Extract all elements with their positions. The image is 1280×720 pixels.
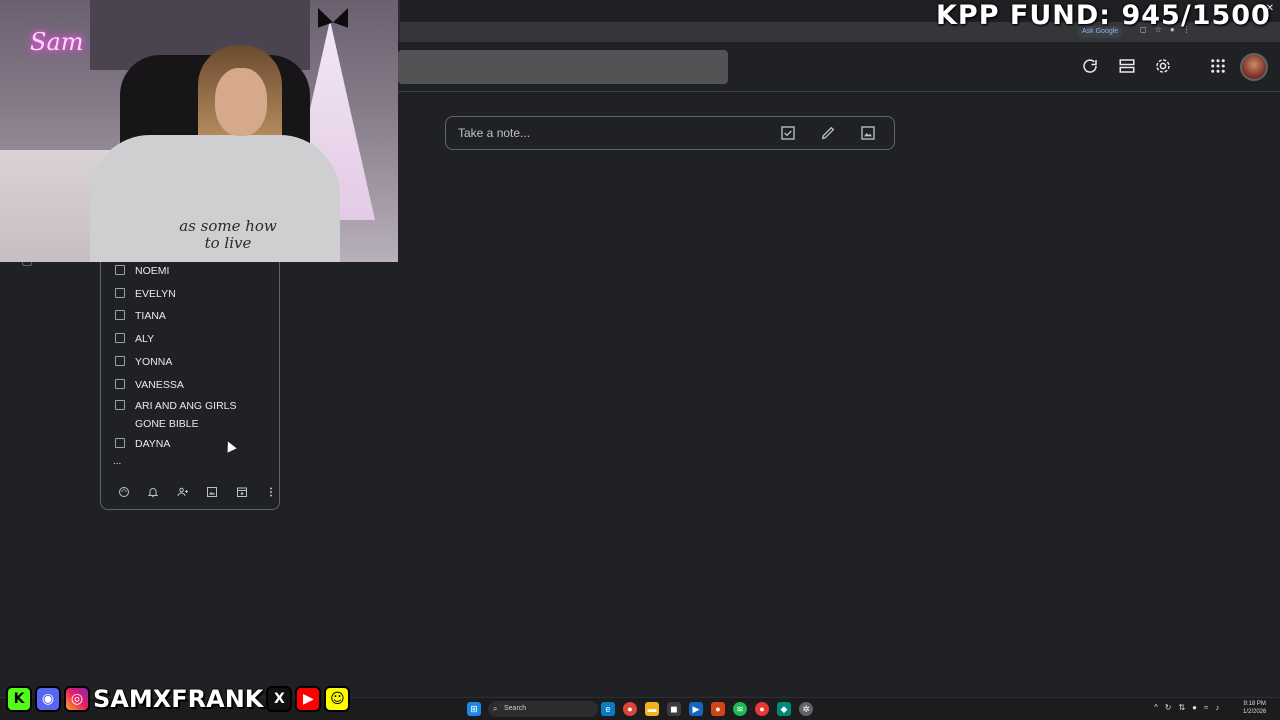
checkbox[interactable] bbox=[115, 438, 125, 448]
list-view-icon[interactable] bbox=[1117, 57, 1137, 77]
edge-icon[interactable]: e bbox=[601, 702, 615, 716]
note-toolbar bbox=[109, 486, 286, 502]
checkbox[interactable] bbox=[115, 355, 125, 366]
list-item-text: VANESSA bbox=[135, 378, 184, 391]
windows-start-icon[interactable]: ⊞ bbox=[467, 702, 481, 716]
chrome-profile-icon[interactable]: ● bbox=[755, 702, 769, 716]
more-items-indicator: ... bbox=[113, 456, 122, 467]
checkbox[interactable] bbox=[115, 265, 125, 275]
list-item-text: ALY bbox=[135, 333, 155, 345]
snapchat-icon: ☺ bbox=[324, 686, 351, 712]
chevron-up-icon[interactable]: ^ bbox=[1154, 703, 1158, 712]
take-note-bar[interactable]: Take a note... bbox=[445, 116, 895, 150]
social-overlay: K ◉ ◎ SAMXFRANK X ▶ ☺ bbox=[6, 684, 351, 714]
taskbar-clock[interactable]: 9:18 PM 1/2/2026 bbox=[1243, 700, 1266, 716]
chrome-icon[interactable]: ● bbox=[623, 702, 637, 716]
sync-icon[interactable]: ↻ bbox=[1165, 703, 1172, 712]
system-tray: ^ ↻ ⇅ ● ≈ ♪ bbox=[1154, 703, 1219, 712]
mic-icon[interactable]: ● bbox=[1192, 703, 1197, 712]
spotify-icon[interactable]: ≋ bbox=[733, 702, 747, 716]
image-icon[interactable] bbox=[859, 125, 877, 143]
streamer-face bbox=[215, 68, 267, 136]
list-item-text: EVELYN bbox=[135, 287, 176, 300]
clock-date: 1/2/2026 bbox=[1243, 709, 1267, 715]
list-item-text: ARI AND ANG GIRLS GONE BIBLE bbox=[135, 399, 237, 430]
taskbar-search[interactable]: ⌕ Search bbox=[488, 701, 598, 717]
apps-grid-icon[interactable] bbox=[1208, 57, 1228, 77]
app-icon[interactable]: ◆ bbox=[777, 702, 791, 716]
webcam-overlay: as some how to live Sam bbox=[0, 0, 398, 262]
image-icon[interactable] bbox=[198, 486, 228, 502]
volume-icon[interactable]: ♪ bbox=[1215, 703, 1219, 712]
instagram-icon: ◎ bbox=[64, 686, 90, 712]
list-item-text: NOEMI bbox=[135, 265, 170, 277]
list-item[interactable]: ALY bbox=[115, 330, 247, 348]
more-vert-icon[interactable] bbox=[257, 486, 287, 502]
list-item[interactable]: VANESSA bbox=[115, 376, 247, 394]
search-icon: ⌕ bbox=[493, 704, 498, 713]
bell-icon[interactable] bbox=[139, 486, 169, 502]
checklist-note-card[interactable]: NOEMI EVELYN TIANA ALY YONNA VANESSA ARI… bbox=[100, 262, 280, 510]
checkbox[interactable] bbox=[115, 287, 125, 298]
kick-icon: K bbox=[6, 686, 32, 712]
new-list-icon[interactable] bbox=[779, 125, 797, 143]
checkbox[interactable] bbox=[115, 310, 125, 320]
take-note-placeholder[interactable]: Take a note... bbox=[458, 126, 530, 140]
settings-icon[interactable] bbox=[1153, 57, 1173, 77]
list-item-text: YONNA bbox=[135, 355, 173, 368]
clock-time: 9:18 PM bbox=[1243, 701, 1266, 707]
refresh-icon[interactable] bbox=[1080, 57, 1100, 77]
wifi-icon[interactable]: ≈ bbox=[1204, 703, 1208, 712]
archive-icon[interactable] bbox=[227, 486, 257, 502]
palette-icon[interactable] bbox=[109, 486, 139, 502]
social-handle: SAMXFRANK bbox=[92, 684, 264, 714]
list-item-text: TIANA bbox=[135, 310, 166, 322]
list-item[interactable]: TIANA bbox=[115, 307, 247, 325]
network-icon[interactable]: ⇅ bbox=[1178, 703, 1185, 712]
avatar[interactable] bbox=[1240, 53, 1268, 81]
taskbar-search-label: Search bbox=[504, 705, 527, 712]
app-icon[interactable]: ▶ bbox=[689, 702, 703, 716]
search-input[interactable] bbox=[398, 50, 728, 84]
drawing-icon[interactable] bbox=[819, 125, 837, 143]
sweatshirt-text: as some how to live bbox=[179, 217, 277, 252]
discord-icon: ◉ bbox=[35, 686, 61, 712]
list-item[interactable]: ARI AND ANG GIRLS GONE BIBLE bbox=[115, 397, 247, 433]
list-item[interactable]: NOEMI bbox=[115, 262, 247, 280]
x-icon: X bbox=[266, 686, 293, 712]
store-icon[interactable]: ◼ bbox=[667, 702, 681, 716]
list-item[interactable]: EVELYN bbox=[115, 285, 247, 303]
fund-counter: KPP FUND: 945/1500 bbox=[936, 0, 1271, 31]
list-item[interactable]: YONNA bbox=[115, 353, 247, 371]
collaborator-icon[interactable] bbox=[168, 486, 198, 502]
obs-icon[interactable]: ● bbox=[711, 702, 725, 716]
checkbox[interactable] bbox=[115, 399, 125, 410]
settings-gear-icon[interactable]: ✲ bbox=[799, 702, 813, 716]
checkbox[interactable] bbox=[115, 333, 125, 343]
youtube-icon: ▶ bbox=[295, 686, 322, 712]
file-explorer-icon[interactable]: ▬ bbox=[645, 702, 659, 716]
checkbox[interactable] bbox=[115, 378, 125, 389]
neon-sign: Sam bbox=[30, 28, 84, 56]
